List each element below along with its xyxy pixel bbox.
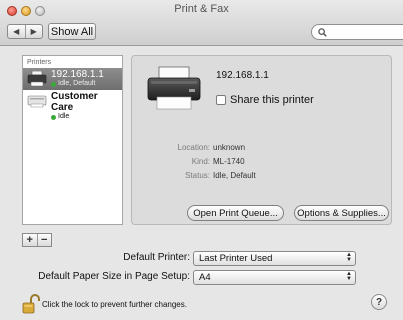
- forward-button[interactable]: ▶: [24, 25, 43, 38]
- status-dot-icon: [51, 114, 56, 120]
- updown-arrows-icon: ▲ ▼: [346, 252, 352, 263]
- options-supplies-button[interactable]: Options & Supplies...: [294, 205, 389, 221]
- window-title: Print & Fax: [174, 3, 229, 15]
- lock-row: Click the lock to prevent further change…: [0, 294, 403, 314]
- location-value: unknown: [213, 142, 246, 152]
- checkbox-icon[interactable]: [216, 95, 226, 105]
- status-value: Idle, Default: [213, 170, 256, 180]
- paper-size-value: A4: [199, 272, 211, 283]
- triangle-right-icon: ▶: [30, 27, 37, 36]
- selected-printer-name: 192.168.1.1: [216, 70, 269, 81]
- lock-instruction: Click the lock to prevent further change…: [42, 300, 187, 309]
- back-forward-control: ◀ ▶: [7, 24, 43, 39]
- help-button[interactable]: ?: [371, 294, 387, 310]
- search-field[interactable]: [311, 24, 403, 40]
- toolbar: Print & Fax ◀ ▶ Show All: [0, 0, 403, 46]
- printers-list: Printers 192.168.1.1 Idle, Default Custo…: [22, 55, 123, 225]
- default-printer-select[interactable]: Last Printer Used ▲ ▼: [193, 251, 356, 266]
- location-label: Location:: [177, 142, 210, 152]
- default-printer-row: Default Printer: Last Printer Used ▲ ▼: [0, 251, 403, 267]
- default-printer-label: Default Printer:: [123, 252, 190, 263]
- paper-size-label: Default Paper Size in Page Setup:: [38, 271, 190, 282]
- printer-status: Idle, Default: [58, 80, 96, 87]
- print-fax-window: Print & Fax ◀ ▶ Show All Printers 192.16…: [0, 0, 403, 320]
- search-icon: [318, 27, 327, 37]
- paper-size-row: Default Paper Size in Page Setup: A4 ▲ ▼: [0, 270, 403, 286]
- status-dot-icon: [51, 81, 56, 87]
- printer-icon: [27, 93, 47, 109]
- printer-status: Idle: [58, 113, 70, 120]
- question-mark-icon: ?: [375, 296, 383, 308]
- back-button[interactable]: ◀: [8, 25, 25, 38]
- printer-icon: [27, 70, 47, 87]
- printer-large-icon: [145, 65, 203, 111]
- add-printer-button[interactable]: +: [23, 234, 37, 246]
- printer-list-item[interactable]: Customer Care Idle: [23, 90, 122, 120]
- show-all-button[interactable]: Show All: [48, 23, 96, 40]
- status-label: Status:: [185, 170, 210, 180]
- open-print-queue-button[interactable]: Open Print Queue...: [187, 205, 284, 221]
- printers-list-header: Printers: [27, 59, 52, 66]
- kind-value: ML-1740: [213, 156, 245, 166]
- printer-list-item[interactable]: 192.168.1.1 Idle, Default: [23, 68, 122, 90]
- add-remove-control: + −: [22, 233, 52, 247]
- printer-name: Customer Care: [51, 91, 98, 113]
- paper-size-select[interactable]: A4 ▲ ▼: [193, 270, 356, 285]
- unlocked-lock-icon[interactable]: [22, 294, 40, 314]
- printer-details-panel: 192.168.1.1 Share this printer Location:…: [131, 55, 392, 225]
- updown-arrows-icon: ▲ ▼: [346, 271, 352, 282]
- printer-name: 192.168.1.1: [51, 69, 104, 80]
- default-printer-value: Last Printer Used: [199, 253, 273, 264]
- printer-info: Location: unknown Kind: ML-1740 Status: …: [132, 140, 393, 182]
- triangle-left-icon: ◀: [13, 27, 20, 36]
- remove-printer-button[interactable]: −: [36, 234, 52, 246]
- share-printer-label: Share this printer: [230, 94, 314, 106]
- share-printer-checkbox[interactable]: Share this printer: [216, 94, 314, 106]
- kind-label: Kind:: [191, 156, 210, 166]
